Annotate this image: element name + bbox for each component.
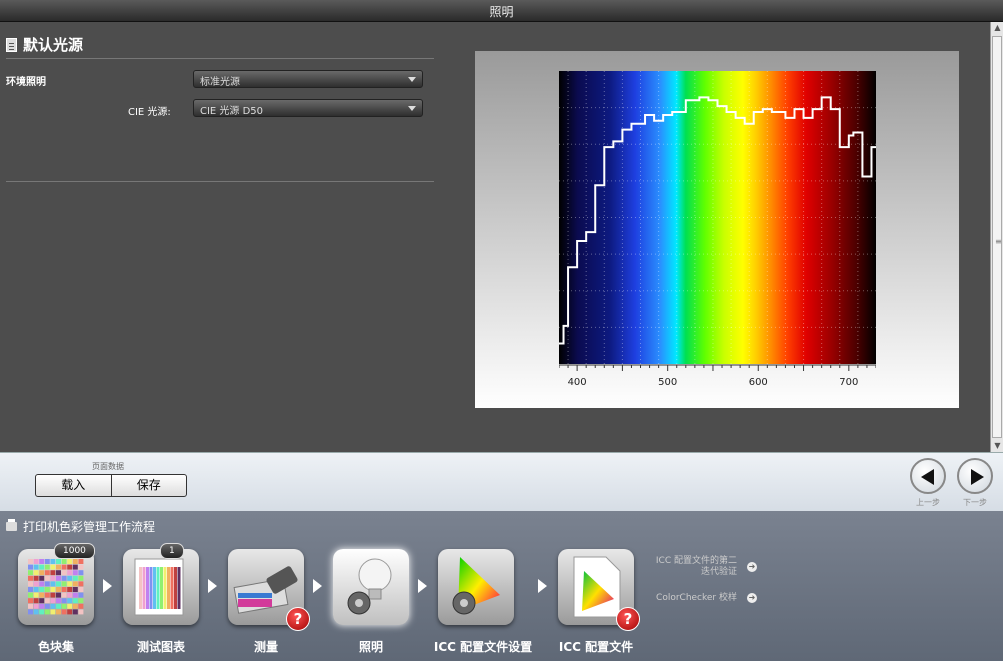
chart-plot-area [559,71,876,364]
light-bulb-icon [347,558,392,615]
spectrum-chart: 400 500 600 700 [475,51,959,408]
panel-heading-text: 默认光源 [23,36,84,54]
warning-icon: ? [286,607,310,631]
x-tick-label: 700 [839,377,858,388]
next-label: 下一步 [963,498,987,507]
arrow-right-icon [208,579,217,593]
grip-icon: ≡ [995,237,1002,246]
step-test-chart-label: 测试图表 [136,640,185,654]
cie-illuminant-label: CIE 光源: [128,107,171,118]
workflow-bar: 打印机色彩管理工作流程 1000 色块集 1 测试图表 ? 测量 照明 ICC … [0,511,1003,661]
lighting-panel: 默认光源 环境照明 标准光源 CIE 光源: CIE 光源 D50 400 500… [0,22,990,452]
arrow-right-icon [418,579,427,593]
scrollbar-thumb[interactable]: ≡ [992,36,1002,438]
page-data-buttons: 载入 保存 [35,474,187,497]
arrow-right-icon [103,579,112,593]
spectral-power-chart [559,71,876,364]
spectrum-line [559,96,876,345]
second-iteration-verification-link[interactable]: ICC 配置文件的第二迭代验证 [647,556,737,578]
ambient-lighting-label: 环境照明 [6,77,46,88]
step-patch-set[interactable] [18,549,94,625]
printer-icon [6,519,17,531]
divider [6,58,434,59]
workflow-heading: 打印机色彩管理工作流程 [6,518,155,535]
load-button[interactable]: 载入 [36,475,111,496]
link-text: ColorChecker 校样 [656,593,737,603]
ambient-lighting-select[interactable]: 标准光源 [193,70,423,88]
arrow-right-icon [313,579,322,593]
step-test-chart-badge: 1 [160,543,184,559]
divider [6,181,434,182]
test-chart-icon [134,558,184,616]
vertical-scrollbar[interactable]: ▲ ≡ ▼ [990,22,1003,452]
chevron-down-icon [408,106,416,111]
gamut-gear-icon [452,557,500,615]
x-tick-label: 400 [568,377,587,388]
x-tick-label: 500 [658,377,677,388]
document-icon [6,37,17,52]
step-test-chart[interactable] [123,549,199,625]
step-lighting[interactable] [333,549,409,625]
previous-button[interactable] [910,458,946,494]
step-lighting-label: 照明 [358,640,383,654]
arrow-left-icon [921,469,934,485]
panel-heading: 默认光源 [6,34,83,55]
x-tick-label: 600 [749,377,768,388]
arrow-right-icon [971,469,984,485]
link-text: ICC 配置文件的第二迭代验证 [655,556,737,577]
chevron-down-icon [408,77,416,82]
step-icc-profile-settings[interactable] [438,549,514,625]
page-toolbar: 页面数据 载入 保存 上一步 下一步 [0,452,1003,511]
window-title-bar: 照明 [0,0,1003,22]
previous-label: 上一步 [916,498,940,507]
x-axis: 400 500 600 700 [559,364,876,388]
ambient-lighting-value: 标准光源 [200,77,240,88]
warning-icon: ? [616,607,640,631]
step-measure-label: 测量 [253,640,278,654]
color-patches-icon [28,559,84,615]
page-data-label: 页面数据 [92,462,124,471]
next-button[interactable] [957,458,993,494]
scroll-up-icon[interactable]: ▲ [991,22,1003,34]
workflow-title: 打印机色彩管理工作流程 [23,520,156,534]
scroll-down-icon[interactable]: ▼ [991,440,1003,452]
cie-illuminant-select[interactable]: CIE 光源 D50 [193,99,423,117]
step-patch-set-badge: 1000 [54,543,95,559]
go-arrow-icon[interactable]: ➜ [743,562,757,573]
step-icc-profile-label: ICC 配置文件 [558,640,634,654]
go-arrow-icon[interactable]: ➜ [743,593,757,604]
step-patch-set-label: 色块集 [37,640,74,654]
cie-illuminant-value: CIE 光源 D50 [200,106,264,117]
window-title: 照明 [489,5,514,19]
arrow-right-icon [538,579,547,593]
colorchecker-proof-link[interactable]: ColorChecker 校样 [647,593,737,604]
step-icc-profile-settings-label: ICC 配置文件设置 [433,640,533,654]
save-button[interactable]: 保存 [110,475,187,496]
